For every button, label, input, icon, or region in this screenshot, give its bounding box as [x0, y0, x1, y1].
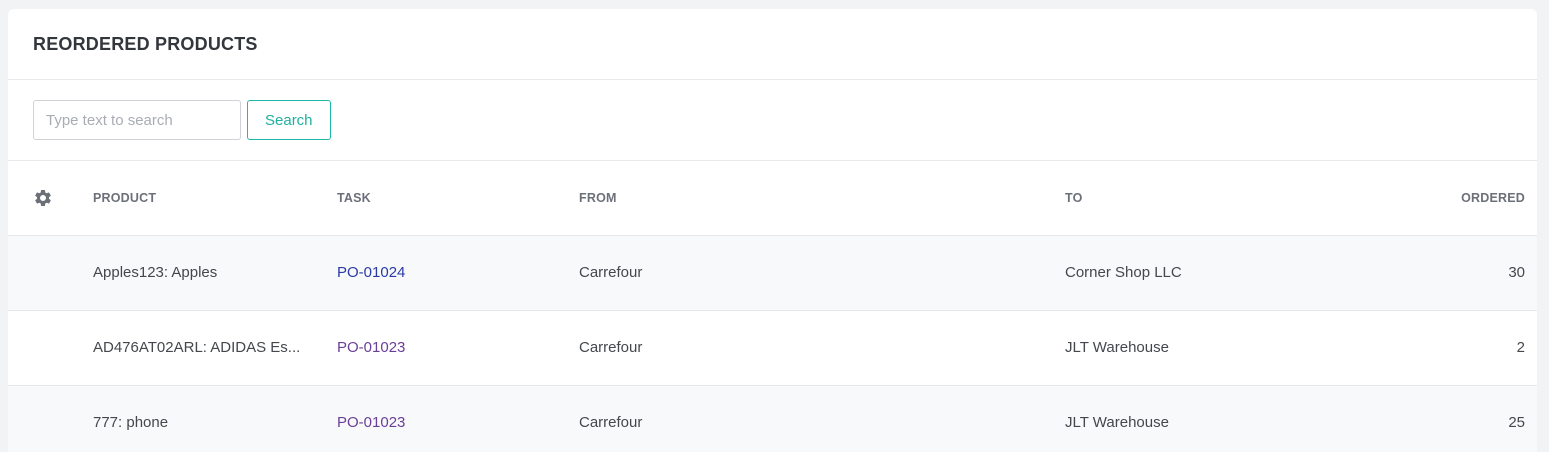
card-header: REORDERED PRODUCTS: [8, 9, 1537, 80]
cell-to: Corner Shop LLC: [1065, 264, 1182, 281]
task-link[interactable]: PO-01024: [337, 264, 405, 281]
column-header-from[interactable]: FROM: [579, 161, 1065, 236]
column-header-ordered[interactable]: ORDERED: [1415, 161, 1537, 236]
cell-to: JLT Warehouse: [1065, 414, 1169, 431]
task-link[interactable]: PO-01023: [337, 414, 405, 431]
table-row: 777: phone PO-01023 Carrefour JLT Wareho…: [8, 385, 1537, 452]
cell-from: Carrefour: [579, 264, 643, 281]
cell-from: Carrefour: [579, 339, 643, 356]
cell-ordered: 25: [1508, 414, 1525, 431]
column-settings[interactable]: [8, 161, 93, 236]
cell-task: PO-01023: [337, 310, 579, 385]
cell-product: AD476AT02ARL: ADIDAS Es...: [93, 339, 301, 356]
products-table: PRODUCT TASK FROM TO ORDERED Apples123: …: [8, 161, 1537, 452]
table-row: AD476AT02ARL: ADIDAS Es... PO-01023 Carr…: [8, 310, 1537, 385]
cell-product: 777: phone: [93, 414, 169, 431]
search-input[interactable]: [33, 100, 241, 140]
table-header-row: PRODUCT TASK FROM TO ORDERED: [8, 161, 1537, 236]
table-row: Apples123: Apples PO-01024 Carrefour Cor…: [8, 235, 1537, 310]
column-header-to[interactable]: TO: [1065, 161, 1415, 236]
column-header-task[interactable]: TASK: [337, 161, 579, 236]
search-toolbar: Search: [8, 80, 1537, 161]
page-title: REORDERED PRODUCTS: [33, 33, 258, 54]
cell-task: PO-01024: [337, 235, 579, 310]
cell-product: Apples123: Apples: [93, 264, 218, 281]
cell-to: JLT Warehouse: [1065, 339, 1169, 356]
cell-ordered: 30: [1508, 264, 1525, 281]
column-header-product[interactable]: PRODUCT: [93, 161, 337, 236]
cell-ordered: 2: [1516, 339, 1525, 356]
cell-from: Carrefour: [579, 414, 643, 431]
gear-icon[interactable]: [33, 188, 53, 208]
task-link[interactable]: PO-01023: [337, 339, 405, 356]
cell-task: PO-01023: [337, 385, 579, 452]
reordered-products-card: REORDERED PRODUCTS Search PRODUCT TASK F…: [8, 9, 1537, 452]
search-button[interactable]: Search: [247, 100, 331, 140]
